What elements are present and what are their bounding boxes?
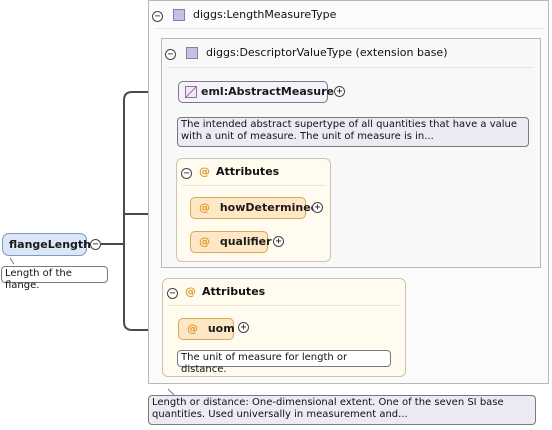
attr-howdetermined-label: howDetermined (219, 201, 319, 214)
abstract-measure-label: eml:AbstractMeasure (201, 85, 335, 98)
inner-attributes-title: Attributes (216, 165, 280, 178)
at-icon: @ (185, 285, 196, 298)
outer-attributes-collapse-button[interactable]: − (167, 288, 178, 299)
attr-qualifier-label: qualifier (219, 235, 272, 248)
uom-expand-button[interactable]: + (238, 322, 249, 333)
outer-attributes-title: Attributes (202, 285, 266, 298)
complex-type-icon (186, 47, 198, 59)
attr-qualifier[interactable]: @ qualifier (190, 231, 272, 253)
attr-uom-label: uom (207, 322, 235, 335)
at-icon: @ (199, 201, 210, 214)
abstract-measure-node[interactable]: eml:AbstractMeasure (178, 81, 334, 103)
abstract-measure-doc: The intended abstract supertype of all q… (177, 117, 529, 147)
abstract-element-icon (185, 86, 197, 98)
divider (181, 185, 326, 186)
attr-howdetermined[interactable]: @ howDetermined (190, 197, 319, 219)
divider (167, 305, 401, 306)
divider (155, 28, 545, 29)
type-title: diggs:LengthMeasureType (193, 8, 337, 21)
at-icon: @ (187, 322, 198, 335)
qualifier-expand-button[interactable]: + (273, 236, 284, 247)
root-doc: Length of the flange. (1, 266, 108, 291)
root-element-flangelength[interactable]: flangeLength (2, 233, 91, 256)
howdetermined-expand-button[interactable]: + (312, 202, 323, 213)
abstract-measure-expand-button[interactable]: + (334, 86, 345, 97)
divider (168, 67, 533, 68)
type-doc: Length or distance: One-dimensional exte… (148, 395, 536, 425)
complex-type-icon (173, 9, 185, 21)
uom-doc: The unit of measure for length or distan… (177, 350, 391, 375)
root-element-label: flangeLength (9, 238, 92, 251)
base-title: diggs:DescriptorValueType (extension bas… (206, 46, 448, 59)
base-collapse-button[interactable]: − (165, 49, 176, 60)
type-collapse-button[interactable]: − (152, 11, 163, 22)
at-icon: @ (199, 235, 210, 248)
root-collapse-button[interactable]: − (90, 239, 101, 250)
inner-attributes-collapse-button[interactable]: − (181, 168, 192, 179)
attr-uom[interactable]: @ uom (178, 318, 235, 340)
at-icon: @ (199, 165, 210, 178)
